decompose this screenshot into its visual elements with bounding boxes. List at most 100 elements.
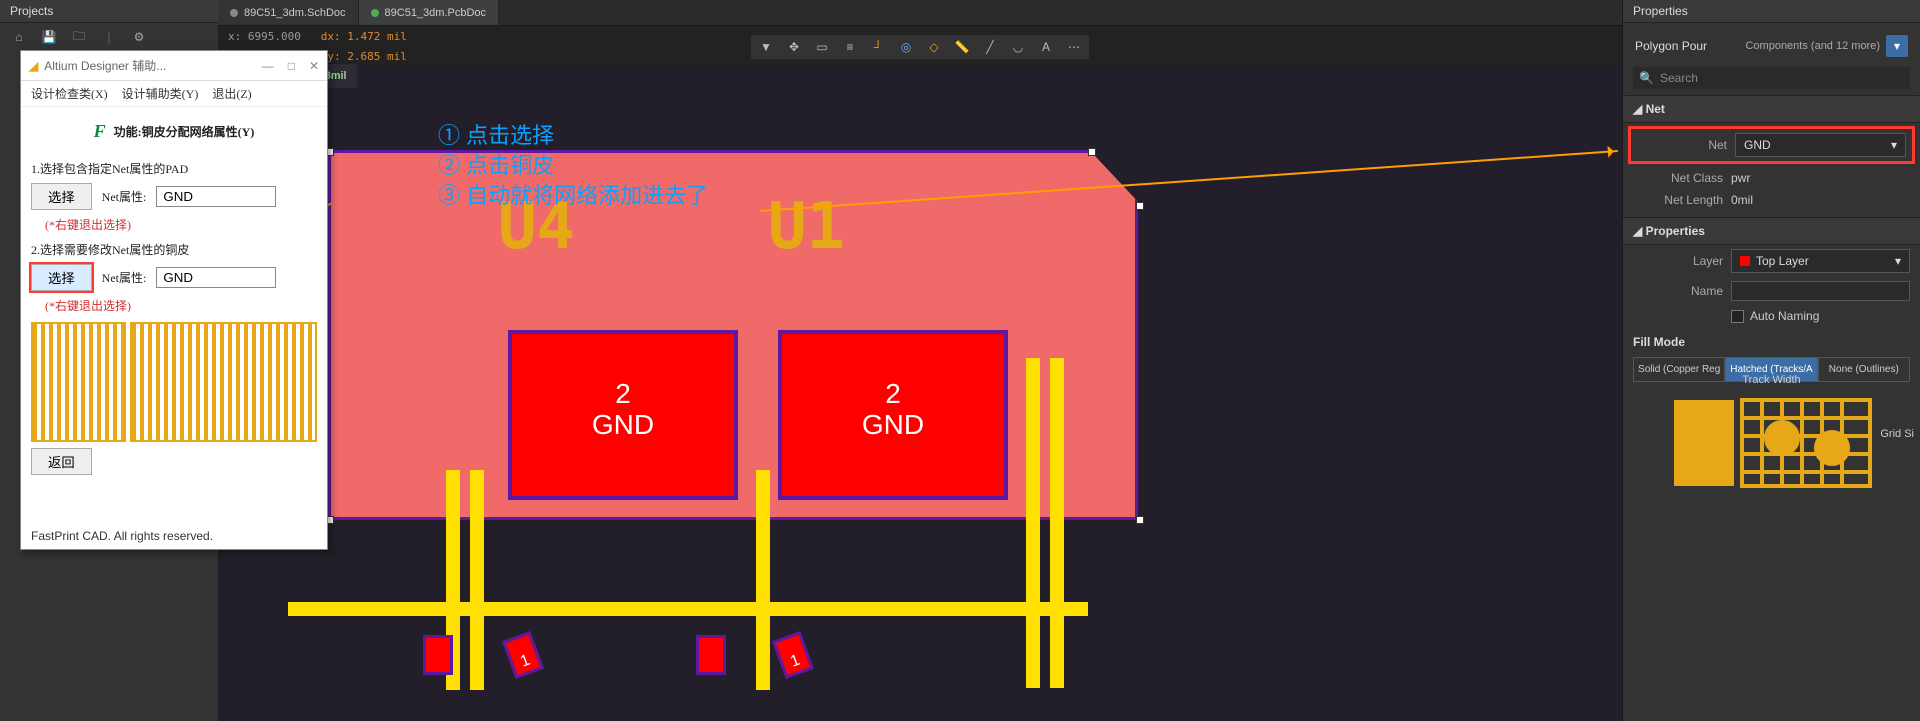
track[interactable] <box>1050 358 1064 688</box>
annot-line-1: ① 点击选择 <box>438 118 554 150</box>
net-label: Net <box>1637 138 1727 152</box>
status-dot-icon <box>371 9 379 17</box>
line-icon[interactable]: ╱ <box>981 38 999 56</box>
section-properties[interactable]: ◢ Properties <box>1623 217 1920 245</box>
properties-panel: Properties Polygon Pour Components (and … <box>1622 0 1920 721</box>
track[interactable] <box>288 602 1088 616</box>
note-2: (*右键退出选择) <box>45 297 317 314</box>
maximize-icon[interactable]: □ <box>288 59 295 73</box>
close-icon[interactable]: ✕ <box>309 59 319 73</box>
layer-label: Layer <box>1633 254 1723 268</box>
home-icon[interactable]: ⌂ <box>10 29 28 45</box>
polygon-icon[interactable]: ◇ <box>925 38 943 56</box>
menu-design-check[interactable]: 设计检查类(X) <box>31 85 108 102</box>
separator: | <box>100 29 118 45</box>
menu-design-assist[interactable]: 设计辅助类(Y) <box>122 85 199 102</box>
tab-label: 89C51_3dm.PcbDoc <box>385 7 487 19</box>
app-logo-icon: ◢ <box>29 59 38 73</box>
chevron-down-icon: ▾ <box>1895 254 1901 268</box>
pad-u4-2[interactable]: 2GND <box>508 330 738 500</box>
selection-handle[interactable] <box>1088 148 1096 156</box>
pcb-canvas[interactable]: U4 U1 2GND 2GND 1 1 ① 点击选择 ② 点击铜皮 ③ 自动就将… <box>218 90 1622 721</box>
filter-selection-icon[interactable]: ▼ <box>757 38 775 56</box>
save-icon[interactable]: 💾 <box>40 29 58 45</box>
more-icon[interactable]: ⋯ <box>1065 38 1083 56</box>
folder-icon[interactable]: 🗀 <box>70 29 88 45</box>
step-1-label: 1.选择包含指定Net属性的PAD <box>31 160 317 177</box>
coord-dx: dx: 1.472 mil <box>321 30 407 43</box>
netattr-label: Net属性: <box>102 188 147 205</box>
pad-small[interactable] <box>423 635 453 675</box>
trackwidth-label: Track Width <box>1742 374 1800 386</box>
dialog-titlebar[interactable]: ◢ Altium Designer 辅助... — □ ✕ <box>21 51 327 81</box>
pad-small[interactable] <box>696 635 726 675</box>
autonaming-checkbox[interactable]: Auto Naming <box>1731 309 1819 323</box>
name-label: Name <box>1633 284 1723 298</box>
track[interactable] <box>756 470 770 690</box>
dialog-illustration <box>31 322 317 442</box>
object-type: Polygon Pour <box>1635 39 1707 53</box>
netattr-copper-input[interactable] <box>156 267 276 288</box>
menu-exit[interactable]: 退出(Z) <box>212 85 251 102</box>
section-net[interactable]: ◢ Net <box>1623 95 1920 123</box>
select-rect-icon[interactable]: ▭ <box>813 38 831 56</box>
pad-small[interactable]: 1 <box>772 631 814 679</box>
pad-u1-2[interactable]: 2GND <box>778 330 1008 500</box>
netattr-pad-input[interactable] <box>156 186 276 207</box>
back-button[interactable]: 返回 <box>31 448 92 475</box>
track[interactable] <box>470 470 484 690</box>
minimize-icon[interactable]: — <box>262 59 274 73</box>
search-input[interactable]: 🔍 Search <box>1633 67 1910 89</box>
projects-panel-title: Projects <box>0 0 218 23</box>
route-icon[interactable]: ┘ <box>869 38 887 56</box>
tab-pcbdoc[interactable]: 89C51_3dm.PcbDoc <box>359 0 500 25</box>
selection-handle[interactable] <box>1136 202 1144 210</box>
annot-line-2: ② 点击铜皮 <box>438 148 554 180</box>
fastprint-logo-icon: F <box>94 121 106 142</box>
settings-gear-icon[interactable]: ⚙ <box>130 29 148 45</box>
fillmode-none[interactable]: None (Outlines) <box>1818 357 1910 382</box>
fillmode-solid[interactable]: Solid (Copper Reg <box>1633 357 1725 382</box>
search-icon: 🔍 <box>1639 71 1654 85</box>
netattr-label: Net属性: <box>102 269 147 286</box>
net-dropdown[interactable]: GND▾ <box>1735 133 1906 157</box>
canvas-toolbar: ▼ ✥ ▭ ≡ ┘ ◎ ◇ 📏 ╱ ◡ A ⋯ <box>750 34 1090 60</box>
coord-dy: dy: 2.685 mil <box>321 50 407 63</box>
align-icon[interactable]: ≡ <box>841 38 859 56</box>
layer-color-swatch <box>1740 256 1750 266</box>
name-input[interactable] <box>1731 281 1910 301</box>
illustration-right-icon <box>130 322 317 442</box>
layer-dropdown[interactable]: Top Layer ▾ <box>1731 249 1910 273</box>
chevron-down-icon: ▾ <box>1891 138 1897 152</box>
filter-icon[interactable]: ▾ <box>1886 35 1908 57</box>
tab-schdoc[interactable]: 89C51_3dm.SchDoc <box>218 0 359 25</box>
move-icon[interactable]: ✥ <box>785 38 803 56</box>
dialog-title: Altium Designer 辅助... <box>44 57 166 74</box>
arc-icon[interactable]: ◡ <box>1009 38 1027 56</box>
select-copper-button[interactable]: 选择 <box>31 264 92 291</box>
properties-panel-title: Properties <box>1623 0 1920 23</box>
fillmode-illustration: Track Width Grid Si <box>1633 388 1910 498</box>
pad-small[interactable]: 1 <box>502 631 544 679</box>
gridsize-label: Grid Si <box>1880 428 1914 440</box>
dimension-icon[interactable]: 📏 <box>953 38 971 56</box>
filter-summary[interactable]: Components (and 12 more) <box>1745 40 1880 52</box>
selection-handle[interactable] <box>1136 516 1144 524</box>
designator-u1: U1 <box>768 190 845 264</box>
status-dot-icon <box>230 9 238 17</box>
checkbox-icon <box>1731 310 1744 323</box>
select-pad-button[interactable]: 选择 <box>31 183 92 210</box>
projects-toolbar: ⌂ 💾 🗀 | ⚙ <box>0 23 218 51</box>
illustration-left-icon <box>31 322 126 442</box>
document-tabs: 89C51_3dm.SchDoc 89C51_3dm.PcbDoc <box>218 0 1622 26</box>
netclass-value: pwr <box>1731 171 1910 185</box>
hatch-illustration-icon <box>1672 398 1872 488</box>
pad-label: 2GND <box>782 379 1004 441</box>
via-icon[interactable]: ◎ <box>897 38 915 56</box>
tab-label: 89C51_3dm.SchDoc <box>244 7 346 19</box>
track[interactable] <box>1026 358 1040 688</box>
fillmode-label: Fill Mode <box>1623 327 1920 351</box>
annot-line-3: ③ 自动就将网络添加进去了 <box>438 178 708 210</box>
netclass-label: Net Class <box>1633 171 1723 185</box>
text-icon[interactable]: A <box>1037 38 1055 56</box>
